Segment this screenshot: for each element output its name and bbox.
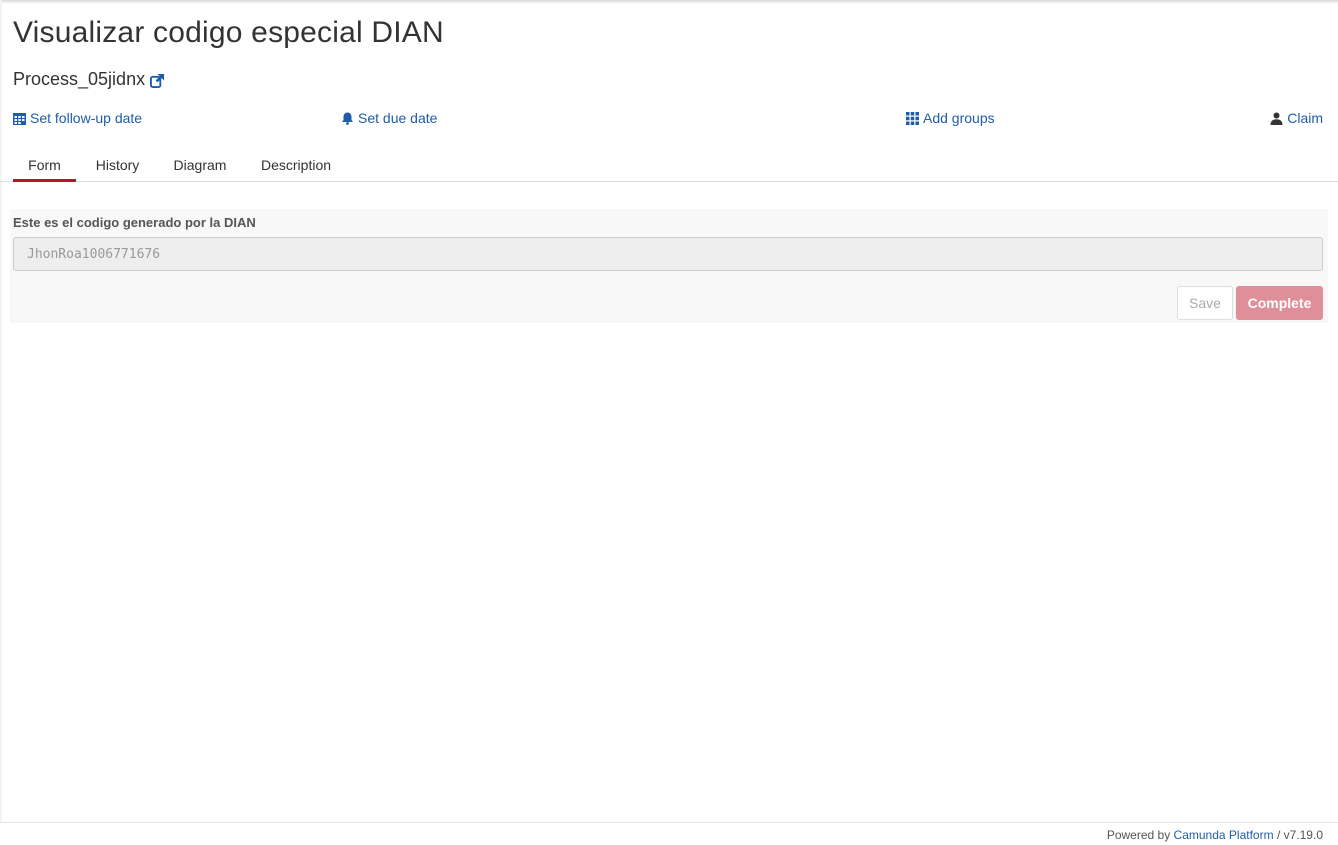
calendar-icon bbox=[13, 112, 26, 125]
claim-button[interactable]: Claim bbox=[1270, 110, 1323, 126]
external-link-icon[interactable] bbox=[150, 72, 165, 88]
save-button[interactable]: Save bbox=[1177, 286, 1233, 320]
grid-icon bbox=[906, 111, 919, 125]
bell-icon bbox=[342, 112, 353, 125]
add-groups-button[interactable]: Add groups bbox=[906, 110, 995, 126]
tab-diagram[interactable]: Diagram bbox=[163, 150, 237, 182]
set-follow-up-date-label: Set follow-up date bbox=[30, 110, 143, 126]
complete-button[interactable]: Complete bbox=[1236, 286, 1323, 320]
claim-label: Claim bbox=[1287, 110, 1323, 126]
user-icon bbox=[1270, 112, 1283, 125]
set-follow-up-date-button[interactable]: Set follow-up date bbox=[13, 110, 142, 126]
footer: Powered by Camunda Platform / v7.19.0 bbox=[0, 822, 1338, 845]
footer-text: Powered by Camunda Platform / v7.19.0 bbox=[1107, 828, 1323, 842]
footer-version: v7.19.0 bbox=[1283, 828, 1323, 842]
set-due-date-label: Set due date bbox=[358, 110, 438, 126]
task-tabs: Form History Diagram Description bbox=[0, 150, 1338, 182]
footer-separator: / bbox=[1276, 828, 1281, 842]
task-form: Este es el codigo generado por la DIAN S… bbox=[10, 209, 1328, 323]
tab-form[interactable]: Form bbox=[13, 150, 76, 182]
top-shadow bbox=[0, 0, 1338, 4]
process-row: Process_05jidnx bbox=[13, 69, 165, 90]
set-due-date-button[interactable]: Set due date bbox=[341, 110, 437, 126]
tab-description[interactable]: Description bbox=[252, 150, 340, 182]
dian-code-label: Este es el codigo generado por la DIAN bbox=[13, 215, 256, 230]
camunda-platform-link[interactable]: Camunda Platform bbox=[1174, 828, 1274, 842]
task-title: Visualizar codigo especial DIAN bbox=[13, 16, 444, 49]
add-groups-label: Add groups bbox=[923, 110, 995, 126]
dian-code-input[interactable] bbox=[13, 237, 1323, 271]
tab-history[interactable]: History bbox=[86, 150, 149, 182]
process-name: Process_05jidnx bbox=[13, 69, 146, 89]
task-page: Visualizar codigo especial DIAN Process_… bbox=[0, 0, 1338, 845]
task-actions: Set follow-up date Set due date Add grou… bbox=[13, 110, 1323, 130]
footer-prefix: Powered by bbox=[1106, 828, 1171, 842]
left-rule bbox=[0, 0, 2, 822]
